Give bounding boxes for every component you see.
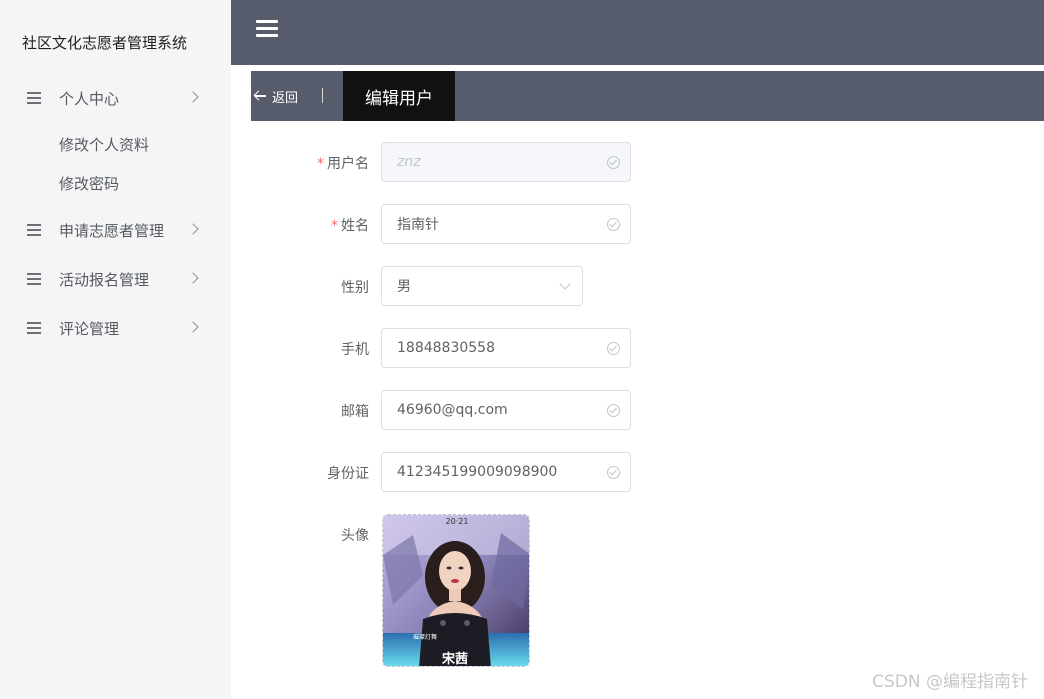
check-circle-icon (607, 342, 620, 355)
menu-icon (27, 92, 41, 104)
arrow-left-icon (254, 90, 266, 102)
form-row-id-card: 身份证 412345199009098900 (251, 452, 651, 492)
name-field[interactable]: 指南针 (381, 204, 631, 244)
check-circle-icon (607, 218, 620, 231)
id-card-value: 412345199009098900 (397, 464, 558, 480)
email-value: 46960@qq.com (397, 402, 508, 418)
required-mark: * (317, 156, 324, 172)
back-label: 返回 (272, 90, 299, 106)
sidebar-subitem-change-password[interactable]: 修改密码 (59, 173, 119, 194)
check-circle-icon (607, 404, 620, 417)
phone-label: 手机 (341, 342, 369, 358)
form-row-phone: 手机 18848830558 (251, 328, 651, 368)
chevron-right-icon (187, 321, 199, 333)
avatar-label: 头像 (341, 528, 369, 544)
username-label: * 用户名 (317, 156, 369, 172)
chevron-right-icon (187, 91, 199, 103)
app-title: 社区文化志愿者管理系统 (22, 34, 188, 52)
form-row-username: * 用户名 znz (251, 142, 651, 182)
form-row-email: 邮箱 46960@qq.com (251, 390, 651, 430)
sidebar-item-label: 评论管理 (59, 319, 120, 338)
sidebar-item-activity-registration[interactable]: 活动报名管理 (0, 264, 231, 294)
name-label: * 姓名 (331, 218, 369, 234)
sidebar-item-label: 活动报名管理 (59, 270, 150, 289)
menu-icon (27, 322, 41, 334)
avatar-image: 20·21 璀璨灯舞 宋茜 (383, 515, 529, 667)
avatar-year-text: 20·21 (446, 517, 469, 526)
sidebar-toggle-icon[interactable] (256, 20, 278, 38)
gender-select[interactable]: 男 (381, 266, 583, 306)
check-circle-icon (607, 156, 620, 169)
menu-icon (27, 224, 41, 236)
avatar-upload[interactable]: 20·21 璀璨灯舞 宋茜 (382, 514, 530, 667)
gender-value: 男 (397, 279, 411, 295)
back-button[interactable]: 返回 (251, 71, 321, 121)
chevron-right-icon (187, 223, 199, 235)
id-card-field[interactable]: 412345199009098900 (381, 452, 631, 492)
phone-value: 18848830558 (397, 340, 495, 356)
page-header: 返回 编辑用户 (251, 71, 1044, 121)
watermark: CSDN @编程指南针 (872, 672, 1028, 692)
form-row-gender: 性别 男 (251, 266, 651, 306)
top-header (231, 0, 1044, 65)
email-label: 邮箱 (341, 404, 369, 420)
sidebar-subitem-edit-profile[interactable]: 修改个人资料 (59, 134, 149, 155)
chevron-right-icon (187, 272, 199, 284)
email-field[interactable]: 46960@qq.com (381, 390, 631, 430)
sidebar-item-label: 个人中心 (59, 89, 120, 108)
avatar-subtitle-text: 璀璨灯舞 (413, 633, 437, 641)
sidebar-item-comments[interactable]: 评论管理 (0, 313, 231, 343)
page-title: 编辑用户 (343, 71, 455, 121)
sidebar-item-volunteer-application[interactable]: 申请志愿者管理 (0, 215, 231, 245)
id-card-label: 身份证 (327, 466, 369, 482)
sidebar: 社区文化志愿者管理系统 个人中心 修改个人资料 修改密码 申请志愿者管理 活动报… (0, 0, 231, 699)
menu-icon (27, 273, 41, 285)
chevron-down-icon (559, 278, 571, 290)
username-field: znz (381, 142, 631, 182)
name-value: 指南针 (397, 217, 439, 233)
sidebar-item-personal-center[interactable]: 个人中心 (0, 83, 231, 113)
phone-field[interactable]: 18848830558 (381, 328, 631, 368)
check-circle-icon (607, 466, 620, 479)
gender-label: 性别 (341, 280, 369, 296)
username-value: znz (397, 154, 421, 170)
sidebar-item-label: 申请志愿者管理 (59, 221, 165, 240)
avatar-caption-text: 宋茜 (441, 651, 468, 667)
form-row-name: * 姓名 指南针 (251, 204, 651, 244)
required-mark: * (331, 218, 338, 234)
divider (322, 88, 323, 103)
